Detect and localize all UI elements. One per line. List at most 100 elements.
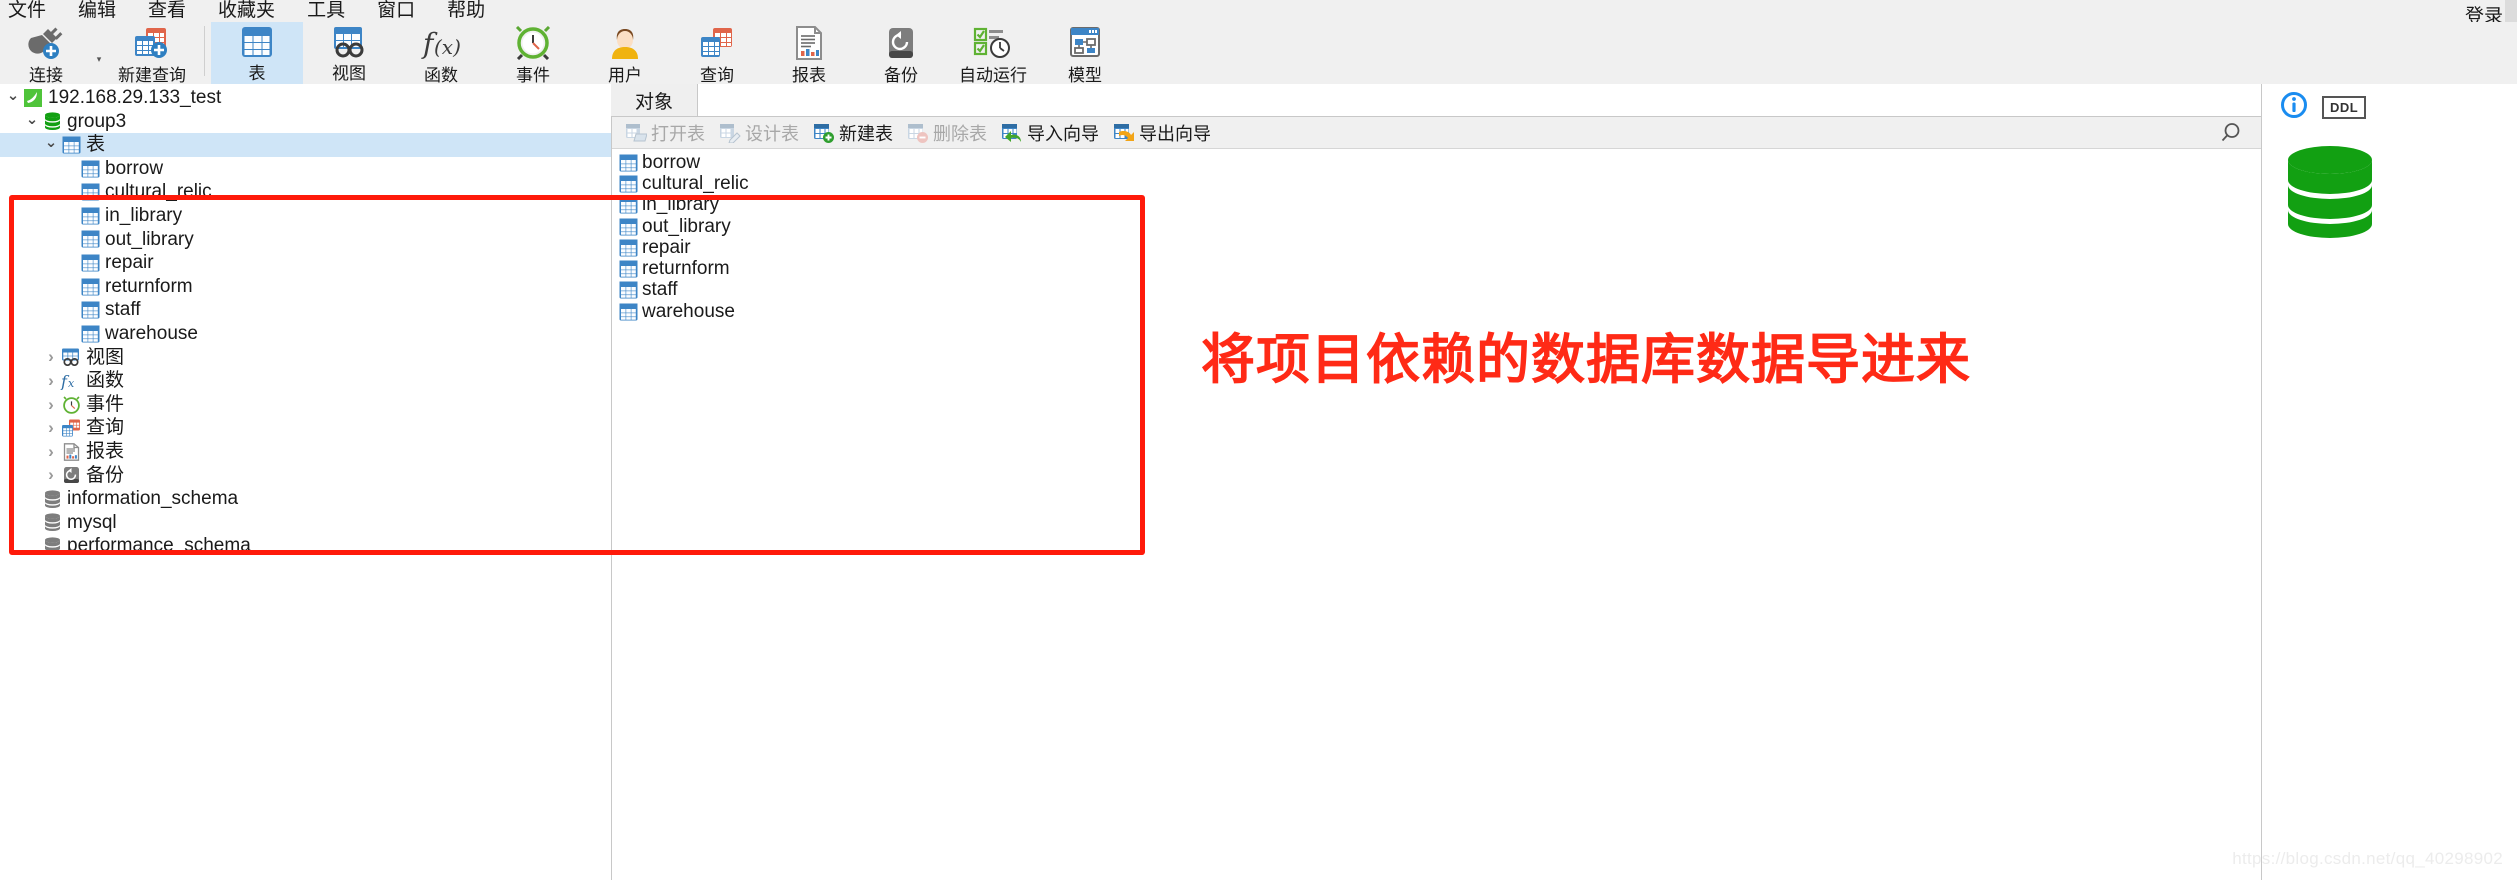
chevron-right-icon[interactable]: ›: [42, 418, 60, 438]
tree-node-[interactable]: › 事件: [0, 393, 611, 417]
chevron-right-icon[interactable]: ›: [42, 371, 60, 391]
tree-node-label: 视图: [86, 346, 125, 368]
table-list-item[interactable]: returnform: [612, 258, 2261, 279]
open-table-button[interactable]: 打开表: [618, 117, 712, 148]
table-icon: [79, 278, 101, 296]
chevron-down-icon[interactable]: ⌄: [23, 110, 41, 128]
import-wizard-button[interactable]: 导入向导: [994, 117, 1106, 148]
tab-object[interactable]: 对象: [611, 84, 698, 116]
table-list-item-label: cultural_relic: [642, 172, 749, 194]
toolbar-label-model: 模型: [1068, 66, 1102, 85]
tree-node-mysql[interactable]: mysql: [0, 511, 611, 535]
delete-table-button[interactable]: 删除表: [900, 117, 994, 148]
table-list-item[interactable]: staff: [612, 279, 2261, 301]
tree-node-label: mysql: [67, 511, 117, 533]
view-icon: [60, 348, 82, 367]
new-table-button[interactable]: 新建表: [806, 117, 900, 148]
info-circle-icon[interactable]: [2280, 91, 2308, 124]
report-icon: [60, 442, 82, 461]
toolbar-button-view[interactable]: 视图: [303, 22, 395, 84]
tree-node-performance_schema[interactable]: performance_schema: [0, 534, 611, 558]
database-gray-icon: [41, 513, 63, 532]
tree-node-returnform[interactable]: returnform: [0, 275, 611, 299]
menu-tools[interactable]: 工具: [291, 0, 361, 22]
toolbar-label-query: 查询: [700, 66, 734, 85]
table-list-item[interactable]: cultural_relic: [612, 173, 2261, 194]
chevron-right-icon[interactable]: ›: [42, 347, 60, 367]
tree-node-in_library[interactable]: in_library: [0, 204, 611, 228]
automation-icon: [973, 26, 1013, 60]
menu-favorites[interactable]: 收藏夹: [202, 0, 291, 22]
menu-help[interactable]: 帮助: [431, 0, 501, 22]
table-list-item[interactable]: out_library: [612, 216, 2261, 237]
toolbar-button-automation[interactable]: 自动运行: [947, 22, 1039, 85]
export-wizard-button[interactable]: 导出向导: [1106, 117, 1218, 148]
tree-node-out_library[interactable]: out_library: [0, 228, 611, 252]
import-wizard-label: 导入向导: [1027, 123, 1099, 144]
search-icon[interactable]: [2219, 121, 2243, 145]
toolbar-button-connection[interactable]: 连接: [0, 22, 92, 85]
toolbar-button-report[interactable]: 报表: [763, 22, 855, 85]
menu-edit[interactable]: 编辑: [62, 0, 132, 22]
tree-node-repair[interactable]: repair: [0, 251, 611, 275]
connection-tree[interactable]: ⌄ 192.168.29.133_test ⌄ group3 ⌄ 表 borrow cultu…: [0, 84, 611, 558]
table-list-item[interactable]: repair: [612, 237, 2261, 258]
tree-node-cultural_relic[interactable]: cultural_relic: [0, 180, 611, 204]
toolbar-label-new-query: 新建查询: [118, 66, 186, 85]
tree-node-label: returnform: [105, 275, 193, 297]
toolbar-button-query[interactable]: 查询: [671, 22, 763, 85]
table-icon: [618, 175, 639, 193]
tree-node-warehouse[interactable]: warehouse: [0, 322, 611, 346]
table-icon: [618, 154, 639, 172]
toolbar-button-table[interactable]: 表: [211, 22, 303, 84]
chevron-right-icon[interactable]: ›: [42, 465, 60, 485]
tree-node-[interactable]: ⌄ 表: [0, 133, 611, 157]
design-table-button[interactable]: 设计表: [712, 117, 806, 148]
toolbar-label-backup: 备份: [884, 66, 918, 85]
table-list-item[interactable]: in_library: [612, 194, 2261, 216]
watermark: https://blog.csdn.net/qq_40298902: [2232, 849, 2503, 868]
delete-table-icon: [907, 123, 929, 143]
menu-file[interactable]: 文件: [0, 0, 62, 22]
database-green-icon: [2262, 144, 2517, 245]
chevron-down-icon[interactable]: ⌄: [4, 86, 22, 104]
toolbar-button-backup[interactable]: 备份: [855, 22, 947, 85]
tree-node-label: 表: [86, 134, 106, 156]
tree-node-[interactable]: › 备份: [0, 464, 611, 488]
toolbar-button-user[interactable]: 用户: [579, 22, 671, 85]
toolbar-button-event[interactable]: 事件: [487, 22, 579, 85]
tree-node-information_schema[interactable]: information_schema: [0, 487, 611, 511]
toolbar-label-table: 表: [248, 64, 266, 83]
tree-node-staff[interactable]: staff: [0, 298, 611, 322]
toolbar-button-function[interactable]: f (x) 函数: [395, 22, 487, 85]
tree-node-[interactable]: › f x 函数: [0, 369, 611, 393]
chevron-right-icon[interactable]: ›: [42, 395, 60, 415]
toolbar-label-automation: 自动运行: [959, 66, 1027, 85]
tree-node-19216829133_test[interactable]: ⌄ 192.168.29.133_test: [0, 86, 611, 110]
menu-view[interactable]: 查看: [132, 0, 202, 22]
table-list-item[interactable]: borrow: [612, 152, 2261, 173]
tree-node-label: performance_schema: [67, 535, 251, 557]
navigation-pane[interactable]: ⌄ 192.168.29.133_test ⌄ group3 ⌄ 表 borrow cultu…: [0, 84, 612, 880]
toolbar-button-new-query[interactable]: 新建查询: [106, 22, 198, 85]
event-clock-icon: [514, 26, 552, 60]
tree-node-borrow[interactable]: borrow: [0, 157, 611, 181]
svg-text:x: x: [68, 377, 75, 390]
chevron-down-icon[interactable]: ⌄: [42, 133, 60, 151]
tree-node-label: warehouse: [105, 322, 198, 344]
chevron-right-icon[interactable]: ›: [42, 442, 60, 462]
import-wizard-icon: [1001, 123, 1023, 143]
toolbar-button-model[interactable]: 模型: [1039, 22, 1131, 85]
tree-node-[interactable]: › 报表: [0, 440, 611, 464]
tree-node-group3[interactable]: ⌄ group3: [0, 110, 611, 134]
connection-dropdown-caret[interactable]: ▾: [92, 22, 106, 90]
tab-ddl[interactable]: DDL: [2322, 95, 2367, 119]
tree-node-[interactable]: › 视图: [0, 346, 611, 370]
tree-node-[interactable]: › 查询: [0, 416, 611, 440]
menu-window[interactable]: 窗口: [361, 0, 431, 22]
table-list[interactable]: borrow cultural_relic in_library out_librar…: [612, 149, 2261, 880]
table-list-item-label: returnform: [642, 258, 730, 280]
object-tab-row: 对象: [611, 84, 2261, 117]
database-green-icon: [41, 112, 63, 131]
query-icon: [60, 419, 82, 437]
